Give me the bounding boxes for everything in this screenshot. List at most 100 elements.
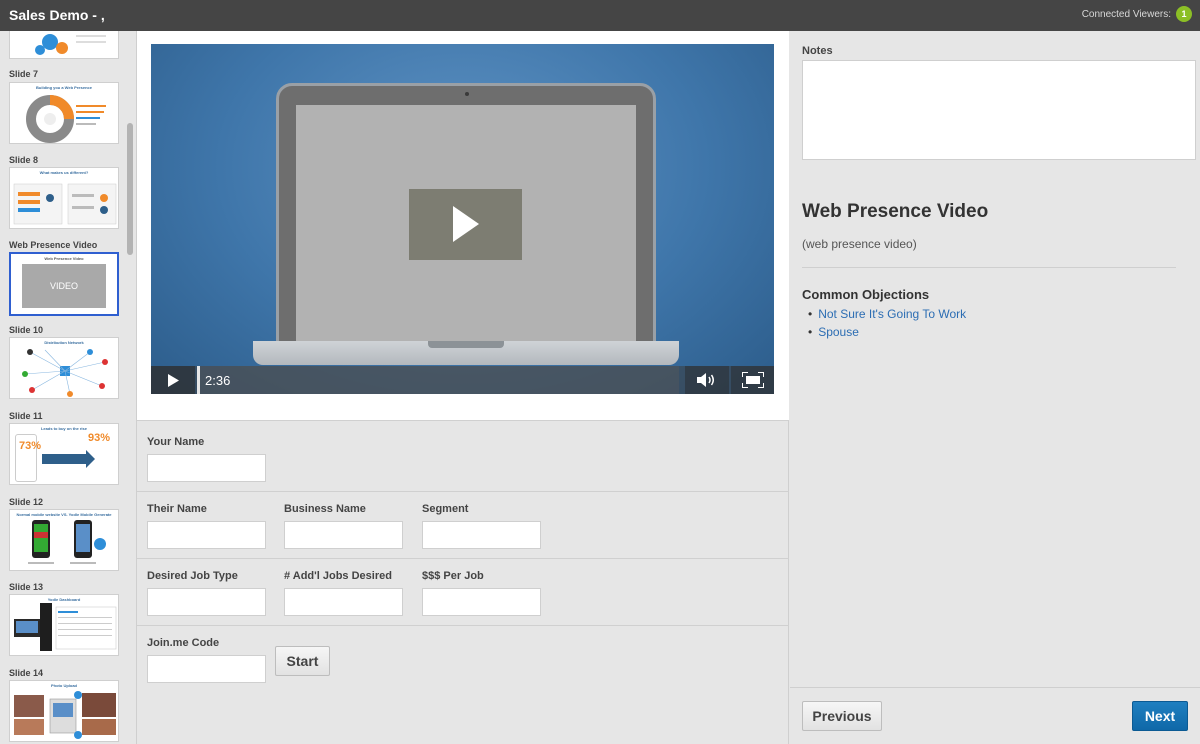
slide-thumbnail-10[interactable]: Distribution Network [9, 337, 119, 399]
their-name-group: Their Name [147, 503, 266, 549]
gears-illustration [35, 34, 106, 55]
desired-job-type-group: Desired Job Type [147, 570, 266, 616]
start-button[interactable]: Start [275, 646, 330, 676]
video-placeholder: VIDEO [22, 264, 106, 308]
notes-label: Notes [802, 45, 833, 57]
joinme-code-input[interactable] [147, 655, 266, 683]
progress-head[interactable] [197, 366, 200, 394]
segment-group: Segment [422, 503, 541, 549]
video-controls: 2:36 [151, 366, 774, 394]
addl-jobs-input[interactable] [284, 588, 403, 616]
thumb-title: Photo Upload [51, 683, 77, 688]
top-bar: Sales Demo - , Connected Viewers: 1 [0, 0, 1200, 31]
play-icon [453, 206, 479, 242]
volume-button[interactable] [685, 366, 729, 394]
thumb-title: Leads to buy on the rise [40, 426, 87, 431]
phones-illustration [28, 520, 106, 564]
notes-textarea[interactable] [802, 60, 1196, 160]
slide-description: (web presence video) [802, 237, 917, 251]
slide-title: Web Presence Video [802, 201, 989, 222]
desired-job-type-label: Desired Job Type [147, 570, 238, 582]
donut-chart-illustration [26, 95, 106, 143]
form-row-jobs: Desired Job Type # Add'l Jobs Desired $$… [137, 559, 789, 626]
photo-upload-illustration [14, 691, 116, 739]
slide-thumbnail-web-presence-video[interactable]: Web Presence Video VIDEO [9, 252, 119, 316]
business-name-label: Business Name [284, 503, 366, 515]
their-name-label: Their Name [147, 503, 207, 515]
segment-input[interactable] [422, 521, 541, 549]
form-row-business: Their Name Business Name Segment [137, 492, 789, 559]
slide-thumbnail-14[interactable]: Photo Upload [9, 680, 119, 742]
objection-link[interactable]: Not Sure It's Going To Work [818, 307, 966, 321]
slide-label-11: Slide 11 [9, 411, 43, 421]
slide-sidebar[interactable]: Slide 7 Building you a Web Presence Slid… [0, 31, 137, 744]
slide-thumbnail-7[interactable]: Building you a Web Presence [9, 82, 119, 144]
stat-b: 93% [88, 432, 111, 444]
business-name-group: Business Name [284, 503, 403, 549]
slide-label-14: Slide 14 [9, 668, 44, 678]
volume-icon [697, 373, 714, 387]
thumb-title: What makes us different? [39, 170, 89, 175]
fullscreen-button[interactable] [731, 366, 774, 394]
notes-panel: Notes Web Presence Video (web presence v… [790, 31, 1200, 744]
objection-link[interactable]: Spouse [818, 325, 859, 339]
arrow-illustration [42, 454, 86, 464]
video-panel: 2:36 [137, 31, 789, 421]
business-name-input[interactable] [284, 521, 403, 549]
thumb-title: Building you a Web Presence [36, 85, 92, 90]
video-player[interactable]: 2:36 [151, 44, 774, 394]
your-name-group: Your Name [147, 436, 266, 482]
next-button[interactable]: Next [1132, 701, 1188, 731]
dashboard-illustration [14, 603, 117, 651]
sidebar-scrollbar[interactable] [127, 123, 133, 255]
slide-label-10: Slide 10 [9, 325, 44, 335]
form-row-your-name: Your Name [137, 421, 789, 492]
slide-thumbnail-12[interactable]: Normal mobile website VS. Yodle Mobile G… [9, 509, 119, 571]
addl-jobs-label: # Add'l Jobs Desired [284, 570, 392, 582]
app-title: Sales Demo - , [9, 7, 105, 23]
form-row-joinme: Join.me Code Start [137, 626, 789, 696]
slide-thumbnail-13[interactable]: Yodle Dashboard [9, 594, 119, 656]
divider [802, 267, 1176, 268]
stat-a: 73% [19, 440, 42, 452]
slide-thumbnail-8[interactable]: What makes us different? [9, 167, 119, 229]
list-item: Not Sure It's Going To Work [808, 305, 966, 323]
thumb-title: Normal mobile website VS. Yodle Mobile G… [16, 512, 112, 517]
thumb-title: Web Presence Video [44, 256, 84, 261]
laptop-camera [465, 92, 469, 96]
arrow-head-icon [86, 450, 95, 468]
big-play-button[interactable] [409, 189, 522, 260]
per-job-label: $$$ Per Job [422, 570, 484, 582]
slide-label-12: Slide 12 [9, 497, 44, 507]
main-content: 2:36 Your Name Their Name Business Name … [137, 31, 789, 744]
list-item: Spouse [808, 323, 966, 341]
video-progress-bar[interactable]: 2:36 [197, 366, 679, 394]
slide-label-8: Slide 8 [9, 155, 39, 165]
addl-jobs-group: # Add'l Jobs Desired [284, 570, 403, 616]
joinme-code-group: Join.me Code [147, 637, 266, 683]
footer-divider [790, 687, 1200, 688]
slide-thumbnail-11[interactable]: Leads to buy on the rise 73% 93% [9, 423, 119, 485]
viewer-count-badge: 1 [1176, 6, 1192, 22]
desired-job-type-input[interactable] [147, 588, 266, 616]
common-objections-heading: Common Objections [802, 287, 930, 302]
fullscreen-icon [742, 372, 764, 388]
play-icon [168, 374, 179, 387]
network-illustration [22, 349, 108, 397]
objections-list: Not Sure It's Going To Work Spouse [808, 305, 966, 341]
previous-button[interactable]: Previous [802, 701, 882, 731]
comparison-illustration [13, 183, 117, 225]
play-button[interactable] [151, 366, 195, 394]
thumb-title: Distribution Network [44, 340, 84, 345]
thumb-title: Yodle Dashboard [47, 597, 81, 602]
slide-label-13: Slide 13 [9, 582, 44, 592]
joinme-code-label: Join.me Code [147, 637, 220, 649]
slide-label-7: Slide 7 [9, 69, 39, 79]
slide-label-web-presence-video: Web Presence Video [9, 240, 98, 250]
laptop-notch [428, 341, 504, 348]
your-name-input[interactable] [147, 454, 266, 482]
slide-thumbnail-partial[interactable] [9, 31, 119, 59]
video-time: 2:36 [205, 373, 231, 388]
their-name-input[interactable] [147, 521, 266, 549]
per-job-input[interactable] [422, 588, 541, 616]
